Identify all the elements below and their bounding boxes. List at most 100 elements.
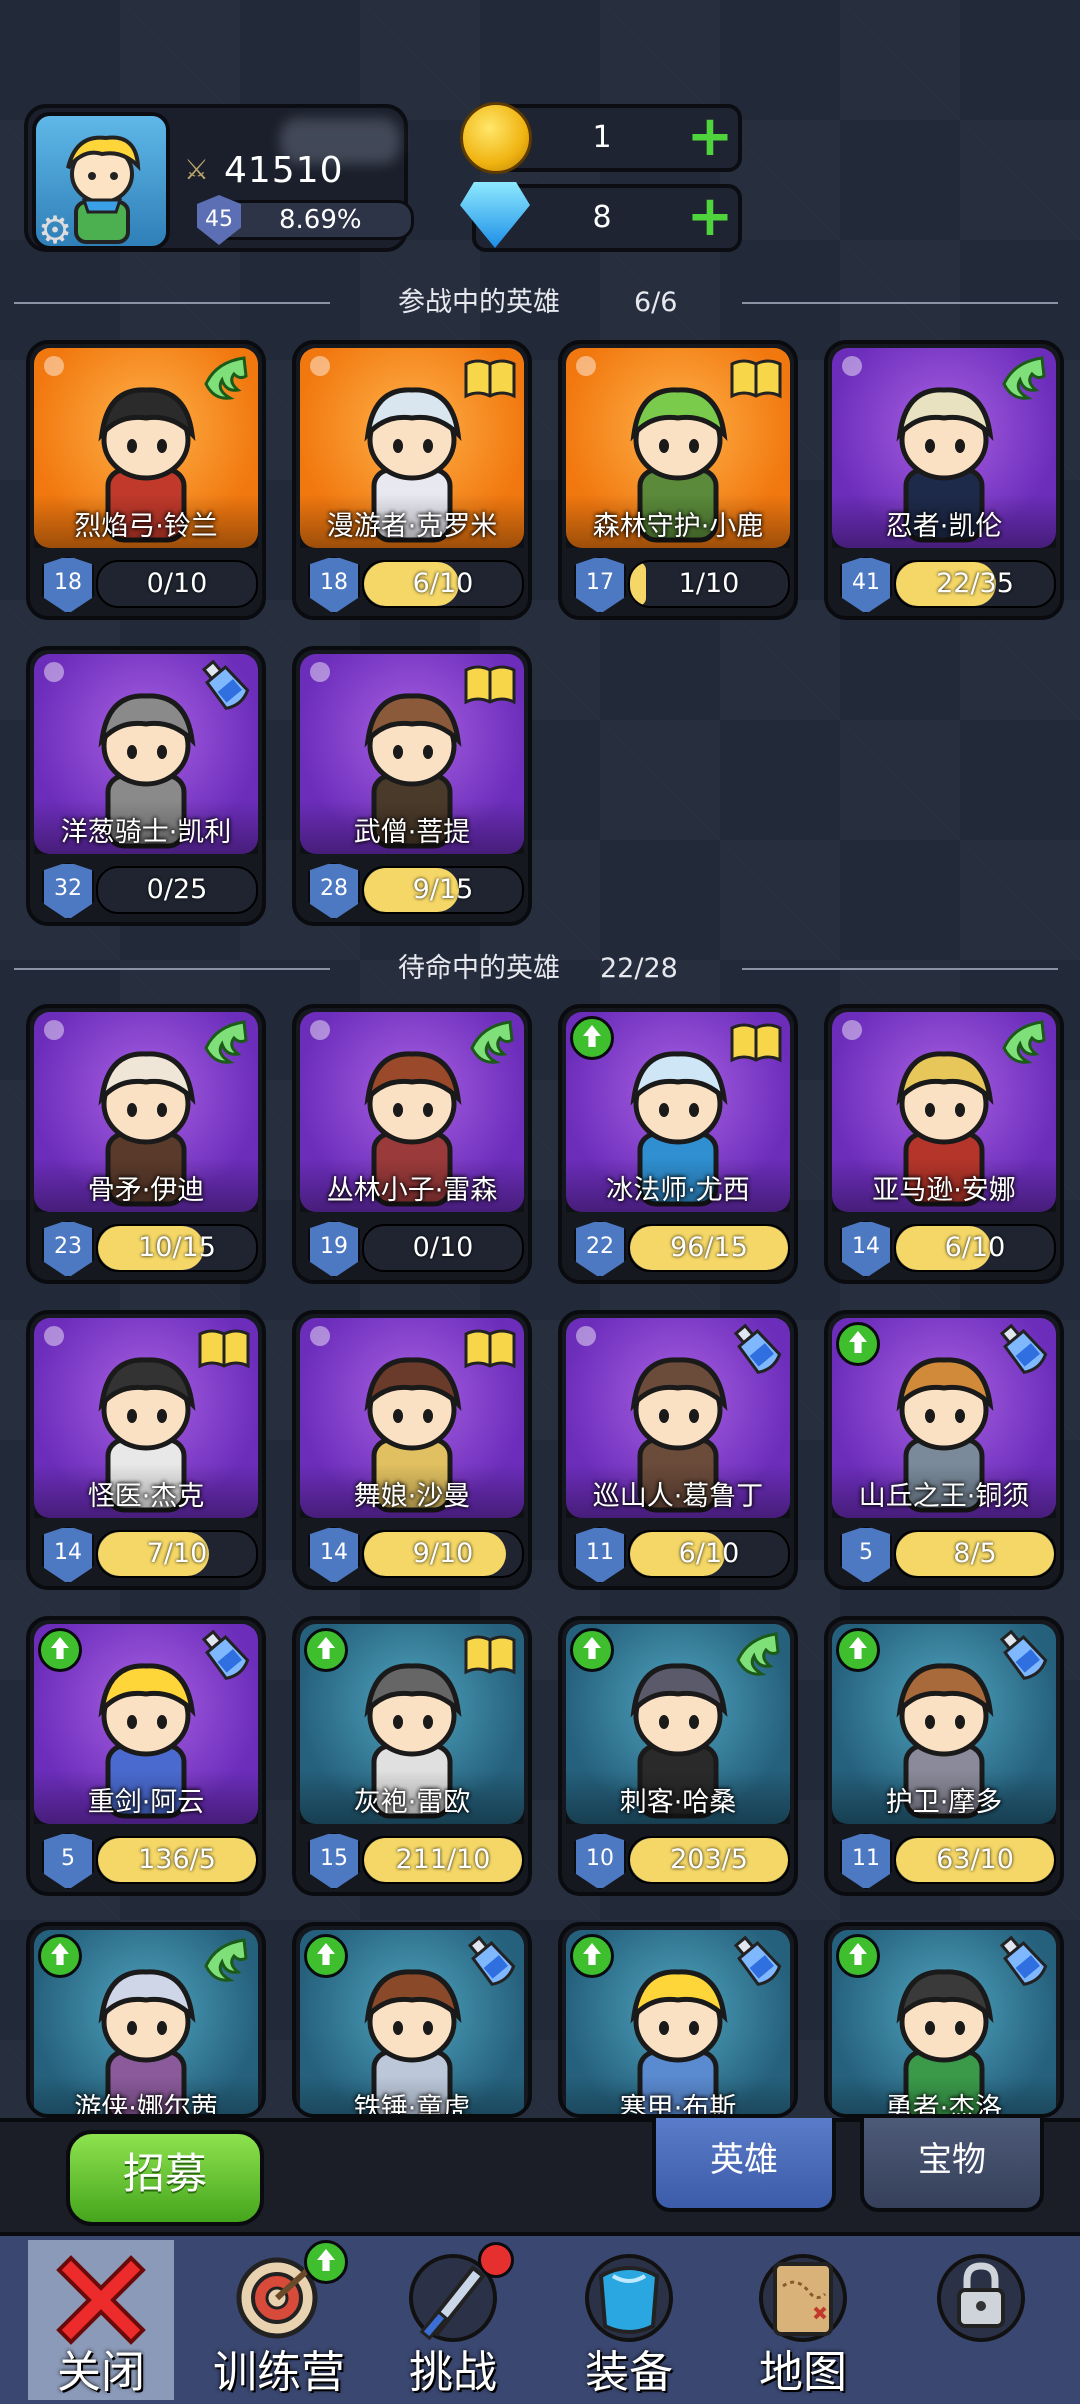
hero-level-badge: 23 <box>42 1220 94 1278</box>
player-avatar[interactable]: ⚙ <box>32 112 170 250</box>
hero-card[interactable]: 山丘之王·铜须 5 8/5 <box>824 1310 1064 1590</box>
hero-name: 忍者·凯伦 <box>885 511 1003 542</box>
shard-progress-bar: 9/10 <box>362 1530 524 1578</box>
hero-name: 武僧·菩提 <box>353 817 471 848</box>
tab-treasure[interactable]: 宝物 <box>860 2118 1044 2212</box>
shard-progress-text: 0/10 <box>412 1232 474 1263</box>
hero-card[interactable]: 洋葱骑士·凯利 32 0/25 <box>26 646 266 926</box>
hero-name: 游侠·娜尔茜 <box>74 2093 218 2118</box>
hero-name: 重剑·阿云 <box>87 1787 205 1818</box>
potion-icon <box>999 1323 1048 1374</box>
hero-card[interactable]: 巡山人·葛鲁丁 11 6/10 <box>558 1310 798 1590</box>
gold-coin-icon <box>460 102 532 174</box>
hero-card[interactable]: 游侠·娜尔茜 <box>26 1922 266 2118</box>
section-count: 22/28 <box>600 953 678 984</box>
book-icon <box>730 1023 782 1063</box>
potion-icon <box>201 1629 250 1680</box>
upgrade-available-icon <box>38 1934 82 1978</box>
shard-progress-bar: 6/10 <box>362 560 524 608</box>
hero-card[interactable]: 骨矛·伊迪 23 10/15 <box>26 1004 266 1284</box>
shard-progress-text: 96/15 <box>670 1232 748 1263</box>
shard-progress-bar: 63/10 <box>894 1836 1056 1884</box>
hero-card[interactable]: 烈焰弓·铃兰 18 0/10 <box>26 340 266 620</box>
potion-icon <box>467 1935 516 1986</box>
wing-icon <box>1002 1020 1046 1064</box>
nav-map[interactable]: 地图 <box>718 2240 888 2400</box>
book-icon <box>464 359 516 399</box>
gloss <box>44 662 64 682</box>
hero-name: 护卫·摩多 <box>885 1787 1003 1818</box>
gloss <box>310 1326 330 1346</box>
nav-challenge[interactable]: 挑战 <box>368 2240 538 2400</box>
hero-card[interactable]: 忍者·凯伦 41 22/35 <box>824 340 1064 620</box>
hero-card[interactable]: 灰袍·雷欧 15 211/10 <box>292 1616 532 1896</box>
power-row: ⚔ 41510 <box>184 150 344 191</box>
gloss <box>44 1020 64 1040</box>
divider <box>14 968 330 970</box>
shard-progress-bar: 136/5 <box>96 1836 258 1884</box>
hero-card[interactable]: 重剑·阿云 5 136/5 <box>26 1616 266 1896</box>
wing-icon <box>204 356 248 400</box>
potion-icon <box>733 1323 782 1374</box>
book-icon <box>464 1329 516 1369</box>
nav-close[interactable]: 关闭 <box>16 2240 186 2400</box>
shard-progress-text: 6/10 <box>412 568 474 599</box>
hero-card[interactable]: 冰法师·尤西 22 96/15 <box>558 1004 798 1284</box>
upgrade-available-icon <box>836 1322 880 1366</box>
hero-name: 洋葱骑士·凯利 <box>60 817 232 848</box>
locked-icon <box>937 2254 1025 2342</box>
upgrade-available-icon <box>836 1934 880 1978</box>
hero-name: 亚马逊·安娜 <box>872 1175 1016 1206</box>
hero-name: 漫游者·克罗米 <box>326 511 498 542</box>
hero-name: 冰法师·尤西 <box>606 1175 750 1206</box>
potion-icon <box>733 1935 782 1986</box>
wing-icon <box>204 1938 248 1982</box>
hero-card[interactable]: 护卫·摩多 11 63/10 <box>824 1616 1064 1896</box>
reserve-heroes-header: 待命中的英雄 22/28 <box>0 944 1080 994</box>
hero-card[interactable]: 舞娘·沙曼 14 9/10 <box>292 1310 532 1590</box>
section-title: 待命中的英雄 <box>398 953 560 984</box>
tab-heroes[interactable]: 英雄 <box>652 2118 836 2212</box>
nav-locked[interactable] <box>896 2240 1066 2400</box>
shard-progress-text: 9/15 <box>412 874 474 905</box>
hero-card[interactable]: 丛林小子·雷森 19 0/10 <box>292 1004 532 1284</box>
shard-progress-text: 0/10 <box>146 568 208 599</box>
add-gold-button[interactable]: + <box>686 109 734 165</box>
hero-card[interactable]: 武僧·菩提 28 9/15 <box>292 646 532 926</box>
gloss <box>842 1020 862 1040</box>
hero-card[interactable]: 漫游者·克罗米 18 6/10 <box>292 340 532 620</box>
shard-progress-bar: 10/15 <box>96 1224 258 1272</box>
hero-name: 灰袍·雷欧 <box>353 1787 471 1818</box>
gem-value: 8 <box>592 200 612 235</box>
upgrade-available-icon <box>304 2240 348 2284</box>
recruit-button[interactable]: 招募 <box>66 2130 264 2226</box>
shard-progress-text: 6/10 <box>678 1538 740 1569</box>
close-icon <box>56 2255 146 2345</box>
section-title: 参战中的英雄 <box>398 287 560 318</box>
upgrade-available-icon <box>836 1628 880 1672</box>
nav-equipment[interactable]: 装备 <box>544 2240 714 2400</box>
hero-card[interactable]: 刺客·哈桑 10 203/5 <box>558 1616 798 1896</box>
hero-level-badge: 22 <box>574 1220 626 1278</box>
hero-card[interactable]: 勇者·杰洛 <box>824 1922 1064 2118</box>
nav-label: 挑战 <box>409 2347 497 2398</box>
hero-card[interactable]: 怪医·杰克 14 7/10 <box>26 1310 266 1590</box>
hero-level-badge: 41 <box>840 556 892 614</box>
nav-training-camp[interactable]: 训练营 <box>194 2240 364 2400</box>
hero-card[interactable]: 铁锤·童虎 <box>292 1922 532 2118</box>
hero-name: 刺客·哈桑 <box>619 1787 737 1818</box>
hero-card[interactable]: 森林守护·小鹿 17 1/10 <box>558 340 798 620</box>
hero-card[interactable]: 寒甲·布斯 <box>558 1922 798 2118</box>
shard-progress-bar: 0/10 <box>362 1224 524 1272</box>
hero-level-badge: 15 <box>308 1832 360 1890</box>
player-profile-panel[interactable]: ⚙ ⚔ 41510 45 8.69% <box>24 104 414 252</box>
book-icon <box>198 1329 250 1369</box>
hero-card[interactable]: 亚马逊·安娜 14 6/10 <box>824 1004 1064 1284</box>
hero-level-badge: 32 <box>42 862 94 920</box>
crossed-swords-icon: ⚔ <box>184 153 210 186</box>
gold-counter: 1 + <box>460 102 742 174</box>
hero-level-badge: 11 <box>840 1832 892 1890</box>
gear-icon[interactable]: ⚙ <box>38 210 78 246</box>
add-gem-button[interactable]: + <box>686 189 734 245</box>
player-level-badge: 45 <box>197 195 241 245</box>
